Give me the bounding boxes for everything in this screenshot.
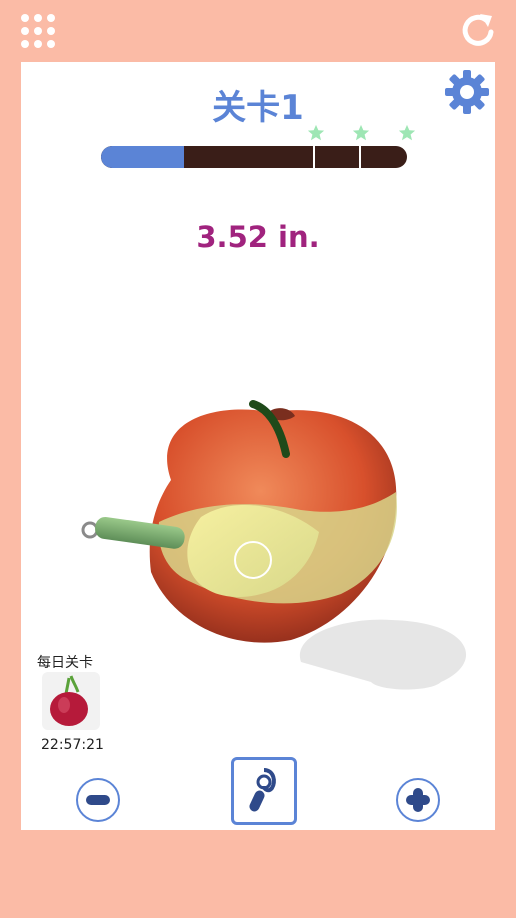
daily-level-label: 每日关卡 [37, 655, 93, 671]
daily-level-timer: 22:57:21 [41, 737, 104, 753]
game-card: 关卡1 3.52 in. 每日关卡 22:57:21 [21, 62, 495, 830]
star-icon [307, 124, 325, 141]
apple [149, 408, 397, 643]
star-icon [352, 124, 370, 141]
peeler-icon [249, 768, 276, 812]
zoom-out-button[interactable] [76, 778, 120, 822]
refresh-button[interactable] [458, 10, 498, 50]
plus-icon [406, 788, 430, 812]
gear-icon [445, 70, 489, 114]
refresh-icon [462, 14, 494, 46]
settings-button[interactable] [443, 68, 491, 116]
peel-length-readout: 3.52 in. [196, 220, 320, 254]
daily-level-button[interactable] [42, 672, 100, 730]
progress-divider [313, 146, 315, 168]
peeler-tool-button[interactable] [231, 757, 297, 825]
level-title: 关卡1 [212, 88, 304, 128]
onion-icon [50, 675, 88, 726]
apple-shadow [299, 619, 467, 690]
progress-divider [359, 146, 361, 168]
game-scene[interactable] [51, 332, 491, 692]
grid-menu-button[interactable] [20, 14, 58, 50]
peel-progress-bar [101, 146, 407, 168]
star-icon [398, 124, 416, 141]
zoom-in-button[interactable] [396, 778, 440, 822]
progress-fill [101, 146, 184, 168]
minus-icon [86, 795, 110, 805]
